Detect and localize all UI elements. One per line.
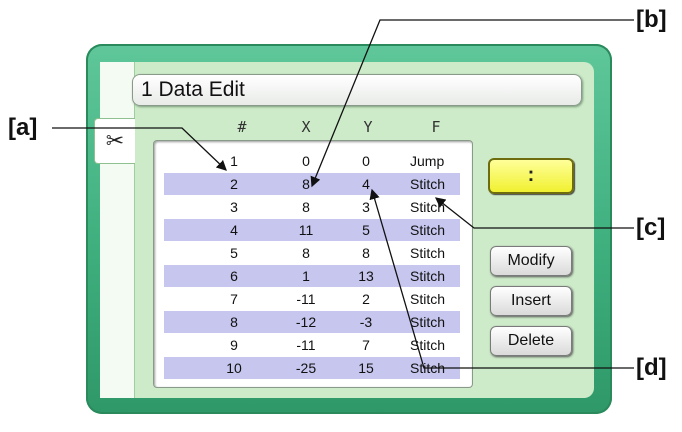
callout-lines — [52, 19, 634, 369]
callout-line-d — [369, 188, 634, 369]
callout-label-d: [d] — [636, 354, 667, 381]
callout-label-a: [a] — [8, 114, 38, 141]
callout-line-b — [310, 19, 634, 188]
callout-line-a — [52, 127, 227, 171]
callout-label-c: [c] — [636, 214, 666, 241]
callout-label-b: [b] — [636, 6, 667, 33]
callout-line-c — [434, 197, 634, 229]
